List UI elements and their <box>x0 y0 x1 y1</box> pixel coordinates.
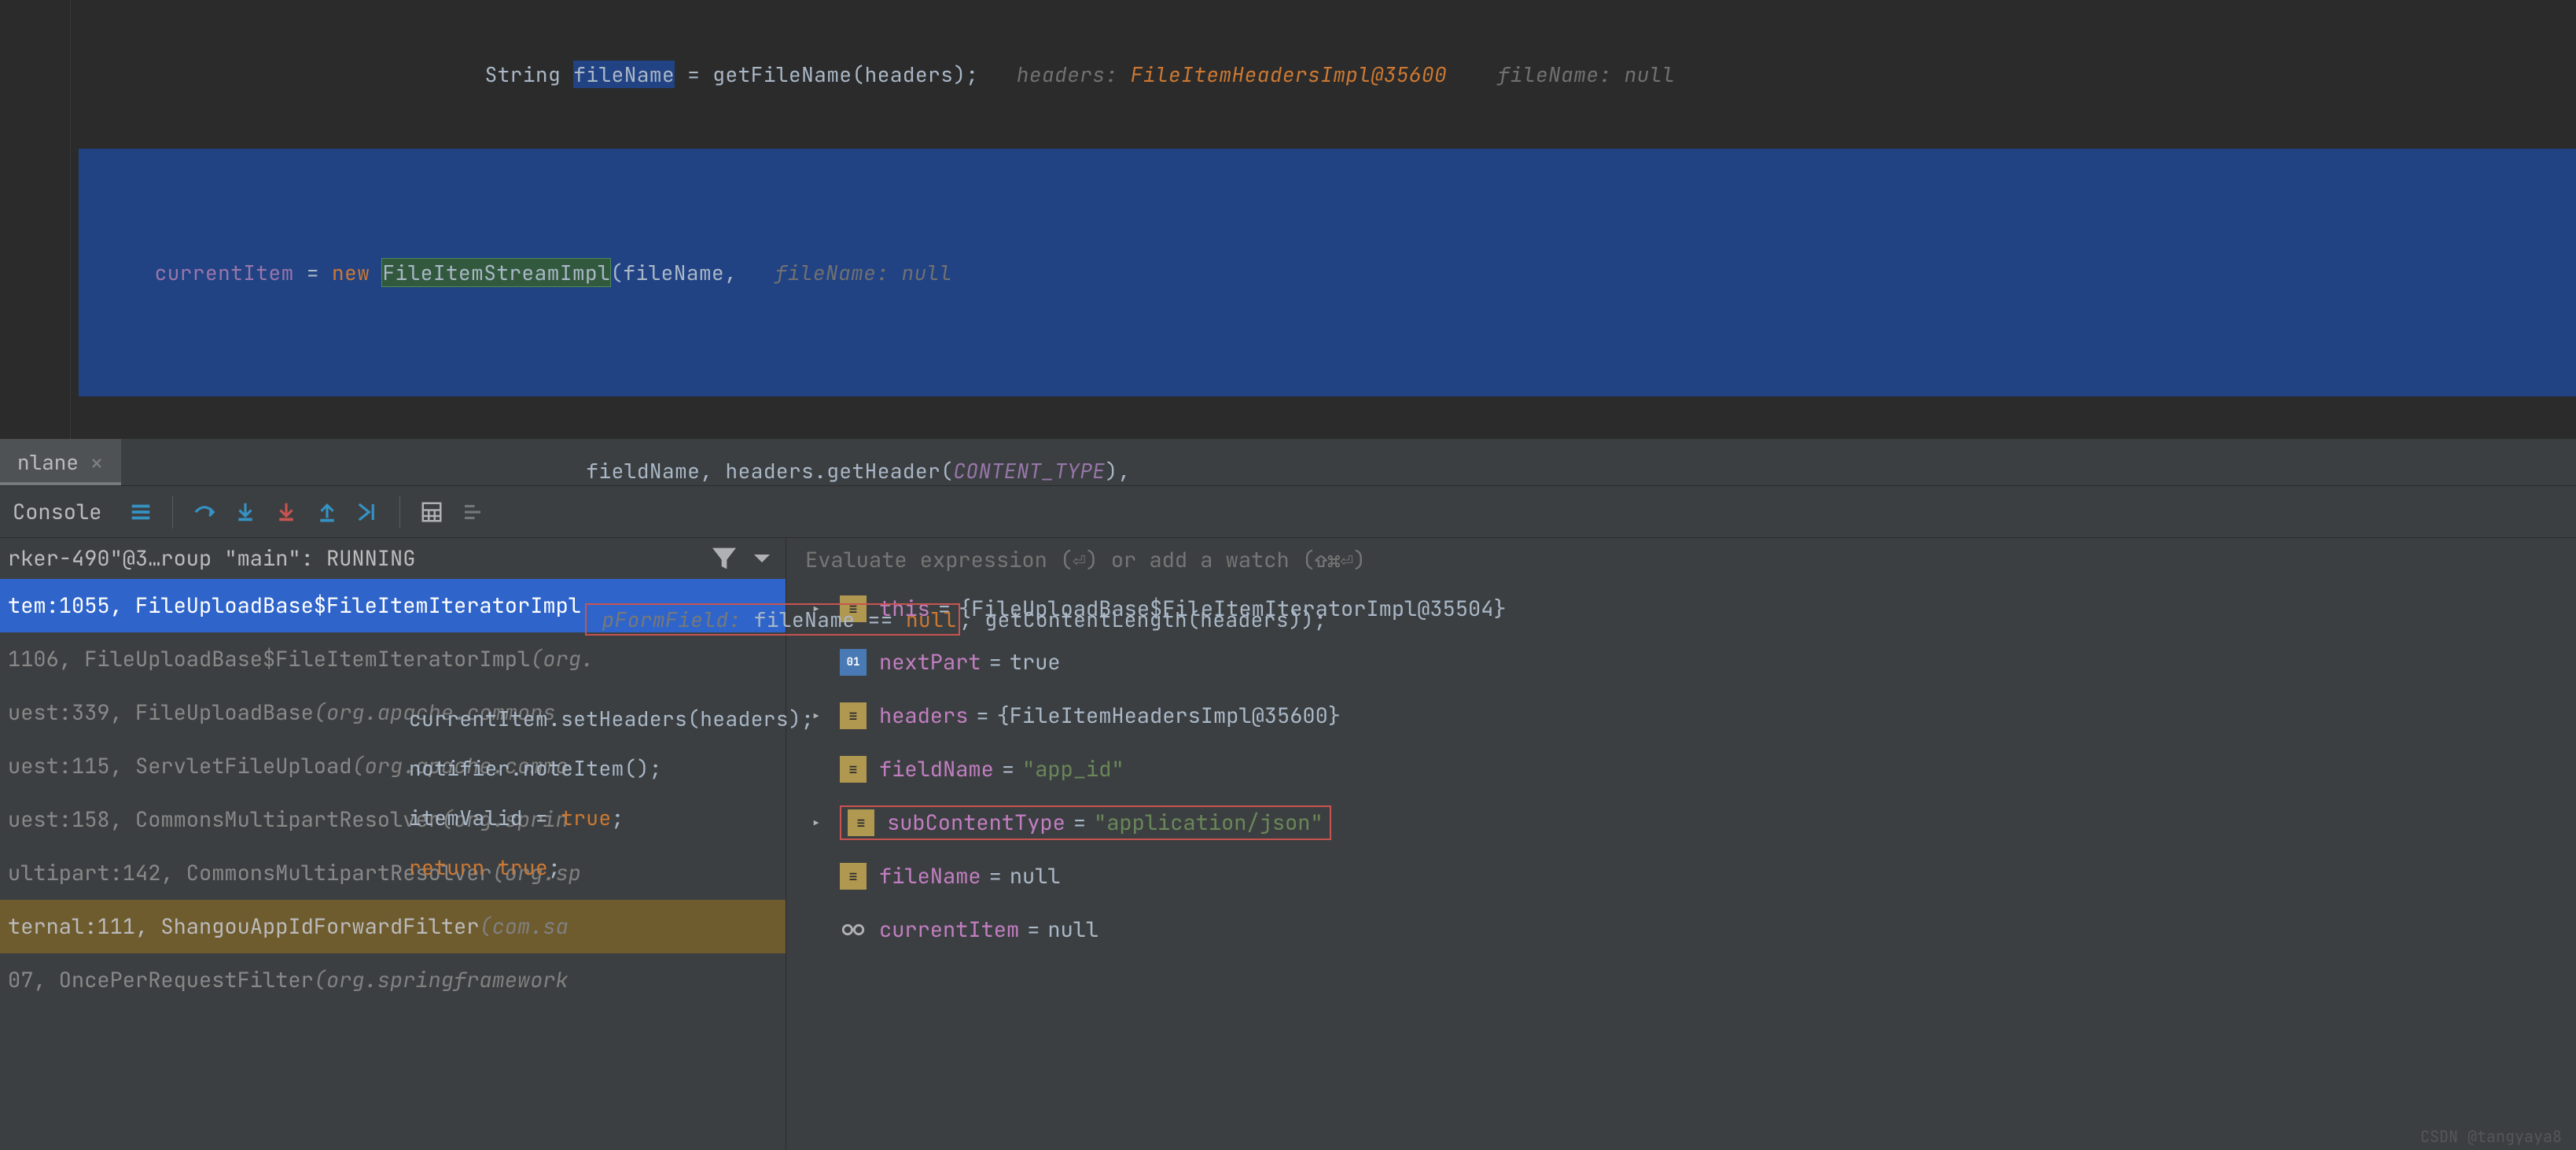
code-token: = <box>523 804 561 831</box>
code-token: ), <box>1106 457 1131 485</box>
debug-inline-hint-label: fileName: <box>1447 61 1624 88</box>
debug-inline-hint-value: null <box>902 259 952 286</box>
code-token: (fileName, <box>610 259 737 286</box>
code-token: fieldName, headers.getHeader( <box>586 457 953 485</box>
code-token-keyword: new <box>332 259 382 286</box>
stack-frame[interactable]: 07, OncePerRequestFilter (org.springfram… <box>0 953 786 1007</box>
editor-gutter <box>0 0 71 439</box>
code-token: currentItem <box>155 259 294 286</box>
frame-text: ternal:111, ShangouAppIdForwardFilter <box>8 912 479 941</box>
code-indent <box>485 606 587 633</box>
tab-label: nlane <box>17 448 79 476</box>
code-token-keyword: true <box>561 804 611 831</box>
code-token: notifier.noteItem(); <box>409 754 662 782</box>
code-token: currentItem.setHeaders(headers); <box>409 705 814 732</box>
debug-tab[interactable]: nlane × <box>0 439 121 485</box>
stack-frame[interactable]: ternal:111, ShangouAppIdForwardFilter (c… <box>0 900 786 953</box>
equals: = <box>1027 916 1040 944</box>
code-line: pFormField: fileName == null, getContent… <box>79 545 2576 694</box>
debug-inline-hint-value: FileItemHeadersImpl@35600 <box>1131 61 1448 88</box>
code-indent <box>485 457 587 485</box>
code-token: ; <box>612 804 624 831</box>
code-token-type: FileItemStreamImpl <box>382 259 610 286</box>
variable-row[interactable]: ▸ currentItem = null <box>786 903 2576 956</box>
code-editor[interactable]: String fileName = getFileName(headers); … <box>0 0 2576 439</box>
code-token: fileName == <box>754 606 906 633</box>
code-token-var: fileName <box>573 61 675 88</box>
frame-meta: (com.sa <box>479 912 568 941</box>
code-line: itemValid = true; <box>79 793 2576 842</box>
debug-inline-hint-label: headers: <box>979 61 1131 88</box>
code-token: , getContentLength(headers)); <box>959 606 1327 633</box>
code-token: String <box>485 61 574 88</box>
frame-text: 07, OncePerRequestFilter <box>8 966 314 994</box>
code-token-constant: CONTENT_TYPE <box>953 457 1105 485</box>
variable-name: currentItem <box>879 916 1019 944</box>
code-token-keyword: return <box>409 853 498 881</box>
code-line: String fileName = getFileName(headers); … <box>79 0 2576 149</box>
watermark: CSDN @tangyaya8 <box>2420 1126 2562 1147</box>
code-token-keyword: null <box>906 606 956 633</box>
tab-indicator <box>0 482 121 485</box>
code-line-current: currentItem = new FileItemStreamImpl(fil… <box>79 149 2576 396</box>
red-highlight-box: pFormField: fileName == null <box>586 604 959 635</box>
code-token-keyword: true <box>498 853 548 881</box>
close-icon[interactable]: × <box>90 447 104 478</box>
frame-meta: (org.springframework <box>314 966 569 994</box>
param-hint: pFormField: <box>589 606 753 633</box>
code-line: return true; <box>79 842 2576 892</box>
code-token: = <box>294 259 332 286</box>
code-token: ; <box>548 853 561 881</box>
debug-inline-hint-label: fileName: <box>737 259 901 286</box>
trace-icon[interactable] <box>452 492 493 533</box>
code-line: notifier.noteItem(); <box>79 743 2576 793</box>
variable-value: null <box>1047 916 1098 944</box>
debug-inline-hint-value: null <box>1625 61 1675 88</box>
code-token: itemValid <box>409 804 523 831</box>
code-line: currentItem.setHeaders(headers); <box>79 694 2576 743</box>
watch-icon <box>840 916 867 943</box>
code-token: = getFileName(headers); <box>675 61 978 88</box>
